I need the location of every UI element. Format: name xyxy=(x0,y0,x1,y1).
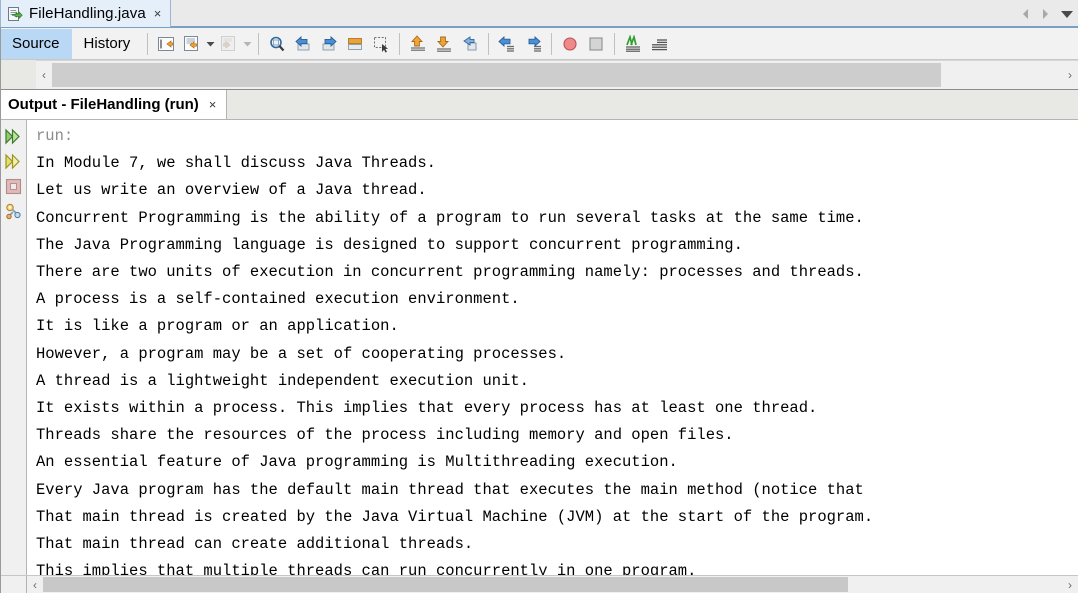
output-tabstrip: Output - FileHandling (run) × xyxy=(0,90,1078,119)
previous-bookmark-icon[interactable] xyxy=(291,32,315,56)
file-tab-filehandling-java[interactable]: FileHandling.java × xyxy=(0,0,172,27)
tab-history[interactable]: History xyxy=(72,29,143,59)
toggle-text-limit-icon[interactable] xyxy=(647,32,671,56)
output-line: However, a program may be a set of coope… xyxy=(36,344,567,363)
output-tab-close-icon[interactable]: × xyxy=(207,98,219,111)
shift-right-icon[interactable] xyxy=(521,32,545,56)
output-line: This implies that multiple threads can r… xyxy=(36,562,697,575)
editor-tabstrip: FileHandling.java × xyxy=(0,0,1078,28)
output-scroll-pad xyxy=(0,576,27,593)
shift-left-icon[interactable] xyxy=(495,32,519,56)
output-line: It is like a program or an application. xyxy=(36,317,399,336)
output-scroll-right-arrow-icon[interactable]: › xyxy=(1062,576,1078,593)
output-horizontal-scrollbar[interactable]: ‹ › xyxy=(27,576,1078,593)
editor-toolbar: Source History xyxy=(0,28,1078,60)
output-sidebar xyxy=(0,120,27,575)
output-window: Output - FileHandling (run) × run: In Mo… xyxy=(0,90,1078,593)
output-line: In Module 7, we shall discuss Java Threa… xyxy=(36,154,436,173)
output-body: run: In Module 7, we shall discuss Java T… xyxy=(0,119,1078,575)
chevron-down-icon[interactable] xyxy=(1060,9,1074,19)
output-line: That main thread can create additional t… xyxy=(36,535,474,554)
editor-gutter-pad xyxy=(0,60,36,89)
output-line: Let us write an overview of a Java threa… xyxy=(36,181,427,200)
output-scroll-left-arrow-icon[interactable]: ‹ xyxy=(27,576,43,593)
toggle-breakpoint-icon[interactable] xyxy=(558,32,582,56)
output-scroll-row: ‹ › xyxy=(0,575,1078,593)
shift-line-left-icon[interactable] xyxy=(154,32,178,56)
output-line: A process is a self-contained execution … xyxy=(36,290,520,309)
arrow-left-icon[interactable] xyxy=(1020,8,1031,20)
output-line: run: xyxy=(36,127,74,145)
tab-history-label: History xyxy=(83,35,131,52)
toolbar-divider xyxy=(147,32,149,55)
output-line: It exists within a process. This implies… xyxy=(36,399,818,418)
rerun-alt-icon[interactable] xyxy=(2,150,24,172)
comment-dropdown-caret[interactable] xyxy=(205,32,216,56)
toggle-highlight-icon[interactable] xyxy=(621,32,645,56)
editor-scroll-area: ‹ › xyxy=(0,60,1078,89)
output-line: Threads share the resources of the proce… xyxy=(36,426,734,445)
output-line: A thread is a lightweight independent ex… xyxy=(36,371,529,390)
editor-scroll-thumb[interactable] xyxy=(52,63,941,87)
toolbar-divider xyxy=(399,32,401,55)
toolbar-divider xyxy=(488,32,490,55)
file-tab-close-icon[interactable]: × xyxy=(152,7,164,20)
output-line: An essential feature of Java programming… xyxy=(36,453,678,472)
previous-error-icon[interactable] xyxy=(406,32,430,56)
file-tab-label: FileHandling.java xyxy=(29,5,146,22)
uncomment-lines-icon xyxy=(217,32,241,56)
window-left-border xyxy=(0,0,1,593)
arrow-right-icon[interactable] xyxy=(1040,8,1051,20)
toggle-bookmark-icon[interactable] xyxy=(343,32,367,56)
rerun-icon[interactable] xyxy=(2,125,24,147)
editor-window: FileHandling.java × Source History ‹ › xyxy=(0,0,1078,90)
output-log-content: run: In Module 7, we shall discuss Java T… xyxy=(36,123,1078,575)
output-tabstrip-empty-area xyxy=(227,90,1078,119)
toolbar-divider xyxy=(614,32,616,55)
java-file-icon xyxy=(7,6,23,22)
output-line: That main thread is created by the Java … xyxy=(36,507,874,526)
output-line: The Java Programming language is designe… xyxy=(36,235,743,254)
editor-scroll-track[interactable] xyxy=(52,61,1062,89)
tab-source[interactable]: Source xyxy=(0,28,72,59)
toolbar-divider xyxy=(258,32,260,55)
uncomment-dropdown-caret xyxy=(242,32,253,56)
output-tab-label: Output - FileHandling (run) xyxy=(8,96,199,113)
tabstrip-empty-area xyxy=(171,0,1078,27)
comment-lines-icon[interactable] xyxy=(180,32,204,56)
stop-icon[interactable] xyxy=(584,32,608,56)
next-error-icon[interactable] xyxy=(432,32,456,56)
last-edit-icon[interactable] xyxy=(458,32,482,56)
output-text-area[interactable]: run: In Module 7, we shall discuss Java T… xyxy=(27,120,1078,575)
tab-source-label: Source xyxy=(12,35,60,52)
toggle-rectangular-selection-icon[interactable] xyxy=(369,32,393,56)
output-scroll-track[interactable] xyxy=(43,576,1062,593)
output-line: Concurrent Programming is the ability of… xyxy=(36,208,864,227)
toolbar-divider xyxy=(551,32,553,55)
scroll-left-arrow-icon[interactable]: ‹ xyxy=(36,61,52,89)
next-bookmark-icon[interactable] xyxy=(317,32,341,56)
output-scroll-thumb[interactable] xyxy=(43,577,848,592)
scroll-right-arrow-icon[interactable]: › xyxy=(1062,61,1078,89)
find-selection-icon[interactable] xyxy=(265,32,289,56)
output-settings-icon[interactable] xyxy=(2,200,24,222)
netbeans-ide-window: FileHandling.java × Source History ‹ › O… xyxy=(0,0,1078,593)
output-tab-filehandling-run[interactable]: Output - FileHandling (run) × xyxy=(0,90,228,119)
output-line: There are two units of execution in conc… xyxy=(36,263,864,282)
editor-horizontal-scrollbar[interactable]: ‹ › xyxy=(36,60,1078,89)
stop-process-icon[interactable] xyxy=(2,175,24,197)
output-line: Every Java program has the default main … xyxy=(36,480,864,499)
window-controls xyxy=(1020,4,1074,24)
